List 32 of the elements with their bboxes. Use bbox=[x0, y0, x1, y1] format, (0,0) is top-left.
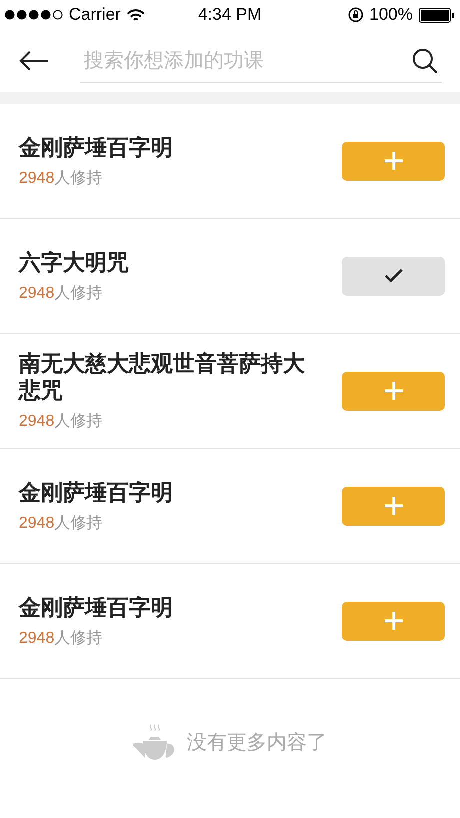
signal-icon bbox=[5, 10, 63, 20]
plus-icon bbox=[384, 612, 402, 630]
item-title: 南无大慈大悲观世音菩萨持大悲咒 bbox=[19, 350, 306, 404]
wifi-icon bbox=[126, 8, 145, 22]
practitioner-count: 2948人修持 bbox=[19, 628, 104, 648]
item-title: 金刚萨埵百字明 bbox=[19, 134, 174, 160]
plus-icon bbox=[384, 152, 402, 170]
item-title: 六字大明咒 bbox=[19, 248, 130, 276]
no-more-content-text: 没有更多内容了 bbox=[187, 731, 327, 756]
practitioner-count: 2948人修持 bbox=[19, 514, 104, 534]
add-button[interactable] bbox=[342, 486, 445, 526]
item-title: 金刚萨埵百字明 bbox=[19, 594, 174, 620]
plus-icon bbox=[384, 382, 402, 400]
item-title: 金刚萨埵百字明 bbox=[19, 478, 174, 506]
battery-percent: 100% bbox=[370, 4, 413, 26]
back-arrow-icon bbox=[19, 51, 49, 71]
add-button[interactable] bbox=[342, 372, 445, 410]
check-icon bbox=[384, 268, 404, 284]
search-icon bbox=[412, 48, 438, 74]
plus-icon bbox=[384, 497, 402, 515]
added-button[interactable] bbox=[342, 256, 445, 296]
add-button[interactable] bbox=[342, 602, 445, 640]
rotation-lock-icon bbox=[348, 7, 364, 23]
battery-icon bbox=[419, 8, 455, 22]
practitioner-count: 2948人修持 bbox=[19, 412, 104, 432]
carrier-label: Carrier bbox=[69, 4, 121, 26]
teapot-icon bbox=[133, 723, 177, 763]
practitioner-count: 2948人修持 bbox=[19, 284, 104, 304]
clock-time: 4:34 PM bbox=[197, 4, 263, 26]
search-field[interactable]: 搜索你想添加的功课 bbox=[80, 39, 442, 83]
add-button[interactable] bbox=[342, 142, 445, 180]
practitioner-count: 2948人修持 bbox=[19, 168, 104, 188]
